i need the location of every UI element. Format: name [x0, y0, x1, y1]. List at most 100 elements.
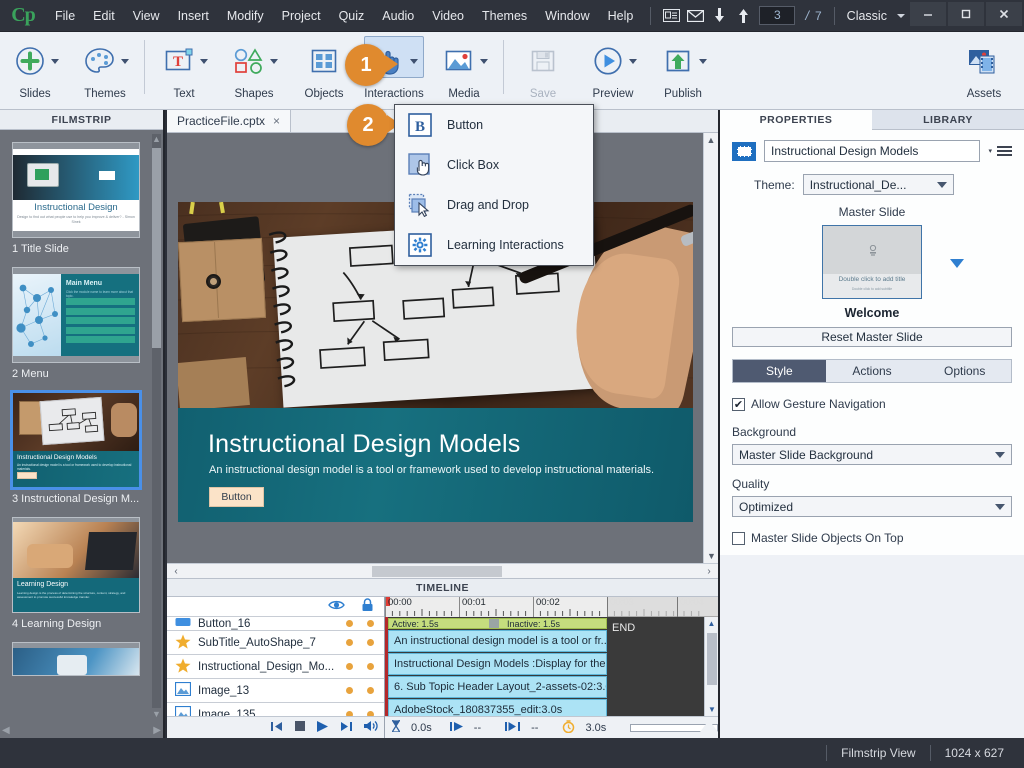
objects-on-top-checkbox[interactable]	[732, 531, 745, 545]
maximize-button[interactable]	[948, 2, 984, 26]
view-mode-label[interactable]: Filmstrip View	[841, 746, 915, 760]
menu-item-click-box[interactable]: Click Box	[395, 145, 593, 185]
scroll-down-icon[interactable]: ▼	[704, 549, 719, 563]
menu-item-learning-interactions[interactable]: Learning Interactions	[395, 225, 593, 265]
filmstrip-scroll[interactable]: Instructional Design Design to find out …	[0, 130, 163, 724]
download-icon[interactable]	[707, 0, 731, 32]
hscroll-thumb[interactable]	[372, 566, 502, 577]
timeline-zoom-slider[interactable]	[630, 719, 718, 732]
scroll-up-icon[interactable]: ▲	[705, 617, 718, 630]
assets-button[interactable]: Assets	[944, 32, 1024, 106]
preview-button[interactable]: Preview	[578, 32, 648, 106]
menu-modify[interactable]: Modify	[218, 0, 273, 32]
scroll-up-icon[interactable]: ▲	[704, 133, 718, 147]
filmstrip-hscroll[interactable]: ◀ ▶	[2, 725, 161, 736]
quality-select[interactable]: Optimized	[732, 496, 1012, 517]
lock-dot[interactable]	[367, 663, 374, 670]
menu-audio[interactable]: Audio	[373, 0, 423, 32]
gesture-navigation-row[interactable]: ✔ Allow Gesture Navigation	[732, 397, 1012, 411]
themes-button[interactable]: Themes	[70, 32, 140, 106]
scroll-left-icon[interactable]: ‹	[169, 564, 183, 579]
menu-view[interactable]: View	[124, 0, 169, 32]
text-button[interactable]: T Text	[149, 32, 219, 106]
scroll-right-icon[interactable]: ›	[702, 564, 716, 579]
publish-button[interactable]: Publish	[648, 32, 718, 106]
slide-name-input[interactable]: Instructional Design Models	[764, 140, 981, 162]
visibility-dot[interactable]	[346, 687, 353, 694]
media-button[interactable]: Media	[429, 32, 499, 106]
table-row[interactable]: Instructional_Design_Mo...	[167, 655, 384, 679]
slide-thumbnail-2[interactable]: Main Menu Click the module name to learn…	[12, 267, 140, 363]
list-item[interactable]: Learning Design Learning design is the p…	[0, 505, 163, 630]
timeline-ruler[interactable]: 00:00 00:01 00:02 00:03 00:04	[385, 597, 718, 617]
scroll-down-icon[interactable]: ▼	[705, 703, 718, 716]
scroll-left-icon[interactable]: ◀	[2, 725, 10, 736]
master-slide-dropdown-icon[interactable]	[950, 259, 964, 268]
list-item[interactable]: Instructional Design Models An instructi…	[0, 380, 163, 505]
skip-end-icon[interactable]	[340, 721, 352, 735]
list-item[interactable]	[0, 630, 163, 676]
timeline-tracks[interactable]: 00:00 00:01 00:02 00:03 00:04 END Active…	[385, 597, 718, 738]
lock-dot[interactable]	[367, 620, 374, 627]
eye-icon[interactable]	[328, 599, 345, 614]
reset-master-slide-button[interactable]: Reset Master Slide	[732, 327, 1012, 347]
interactions-dropdown-menu[interactable]: B Button Click Box Drag and Drop Learnin…	[394, 104, 594, 266]
master-slide-thumbnail[interactable]: Double click to add title Double click t…	[822, 225, 922, 299]
skip-start-icon[interactable]	[271, 721, 283, 735]
table-row[interactable]: Image_13	[167, 679, 384, 703]
filmstrip-scrollbar-thumb[interactable]	[152, 148, 161, 348]
slide-thumbnail-4[interactable]: Learning Design Learning design is the p…	[12, 517, 140, 613]
current-page-input[interactable]: 3	[759, 6, 796, 25]
table-row[interactable]: Button_16	[167, 617, 384, 631]
shapes-button[interactable]: Shapes	[219, 32, 289, 106]
timeline-bar-button[interactable]: Active: 1.5s Inactive: 1.5s	[388, 618, 607, 629]
slides-button[interactable]: Slides	[0, 32, 70, 106]
vscroll-thumb[interactable]	[707, 633, 717, 685]
slide-subtitle[interactable]: An instructional design model is a tool …	[209, 464, 654, 476]
scroll-down-icon[interactable]: ▼	[151, 709, 162, 720]
timeline-bar-image13[interactable]: 6. Sub Topic Header Layout_2-assets-02:3…	[388, 676, 607, 698]
slide-thumbnail-3[interactable]: Instructional Design Models An instructi…	[10, 390, 142, 490]
close-button[interactable]	[986, 2, 1022, 26]
audio-icon[interactable]	[364, 720, 378, 735]
tab-actions[interactable]: Actions	[825, 360, 919, 382]
menu-themes[interactable]: Themes	[473, 0, 536, 32]
tab-style[interactable]: Style	[733, 360, 826, 382]
menu-file[interactable]: File	[46, 0, 84, 32]
gesture-navigation-checkbox[interactable]: ✔	[732, 397, 745, 411]
stage-hscrollbar[interactable]: ‹ ›	[167, 563, 718, 578]
lock-dot[interactable]	[367, 639, 374, 646]
lock-dot[interactable]	[367, 687, 374, 694]
scroll-right-icon[interactable]: ▶	[153, 725, 161, 736]
tab-library[interactable]: LIBRARY	[872, 110, 1024, 130]
mail-icon[interactable]	[683, 0, 707, 32]
timeline-bar-title[interactable]: Instructional Design Models :Display for…	[388, 653, 607, 675]
menu-item-drag-and-drop[interactable]: Drag and Drop	[395, 185, 593, 225]
document-tab[interactable]: PracticeFile.cptx ×	[167, 110, 292, 132]
menu-edit[interactable]: Edit	[84, 0, 124, 32]
list-item[interactable]: Instructional Design Design to find out …	[0, 130, 163, 255]
menu-project[interactable]: Project	[273, 0, 330, 32]
menu-item-button[interactable]: B Button	[395, 105, 593, 145]
save-button[interactable]: Save	[508, 32, 578, 106]
table-row[interactable]: SubTitle_AutoShape_7	[167, 631, 384, 655]
scroll-up-icon[interactable]: ▲	[151, 134, 162, 145]
timeline-vscrollbar[interactable]: ▲ ▼	[704, 617, 718, 716]
play-icon[interactable]	[317, 720, 328, 735]
upload-icon[interactable]	[731, 0, 755, 32]
slide-button-object[interactable]: Button	[209, 487, 264, 507]
visibility-dot[interactable]	[346, 620, 353, 627]
stop-icon[interactable]	[295, 721, 305, 734]
tab-options[interactable]: Options	[918, 360, 1012, 382]
close-icon[interactable]: ×	[273, 114, 280, 128]
menu-quiz[interactable]: Quiz	[330, 0, 374, 32]
background-select[interactable]: Master Slide Background	[732, 444, 1012, 465]
tab-properties[interactable]: PROPERTIES	[720, 110, 872, 130]
panel-menu-icon[interactable]: ▾	[988, 146, 1012, 156]
menu-video[interactable]: Video	[423, 0, 473, 32]
slide-title[interactable]: Instructional Design Models	[208, 430, 521, 459]
visibility-dot[interactable]	[346, 639, 353, 646]
menu-window[interactable]: Window	[536, 0, 598, 32]
list-item[interactable]: Main Menu Click the module name to learn…	[0, 255, 163, 380]
theme-select[interactable]: Instructional_De...	[802, 174, 954, 195]
